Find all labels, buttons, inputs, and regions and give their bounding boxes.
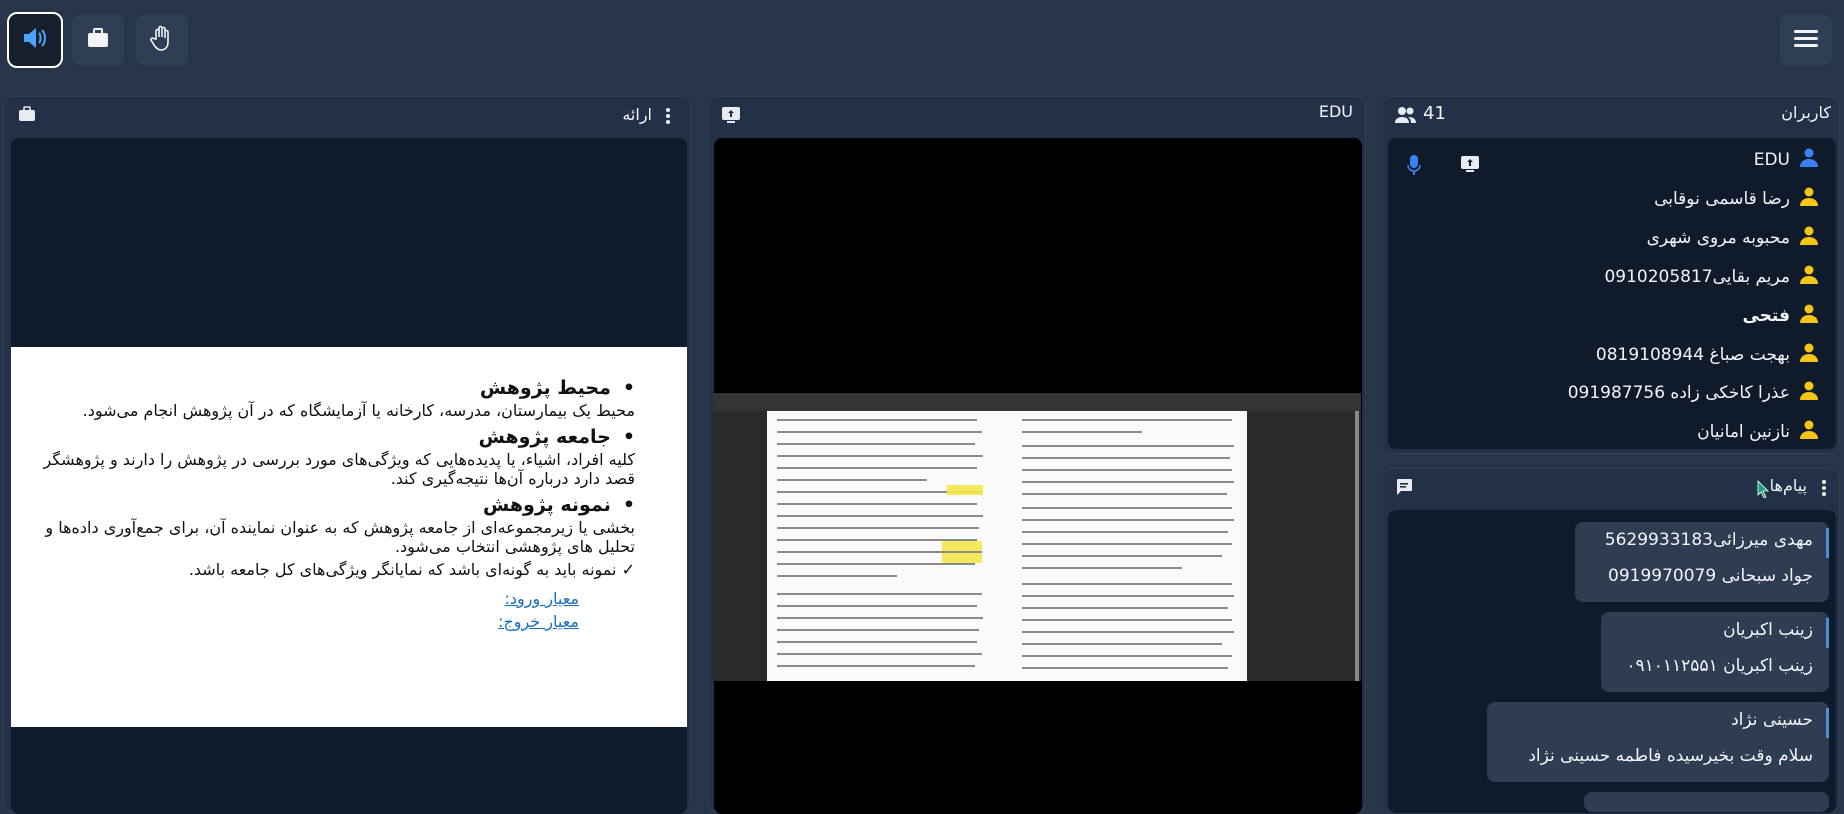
shared-screen: [713, 393, 1361, 681]
hamburger-icon: [1794, 28, 1818, 52]
user-item[interactable]: بهجت صباغ 0819108944: [1382, 340, 1818, 370]
user-name: رضا قاسمی نوقابی: [1654, 189, 1790, 209]
user-item[interactable]: نازنین امانیان: [1382, 417, 1818, 447]
screen-share-icon[interactable]: [721, 106, 741, 124]
user-item[interactable]: عذرا کاخکی زاده 091987756: [1382, 378, 1818, 408]
message-text: زینب اکبریان ۰۹۱۰۱۱۲۵۵۱: [1626, 656, 1813, 676]
slide-text: کلیه افراد، اشیاء، یا پدیده‌هایی که ویژگ…: [43, 450, 636, 488]
user-icon: [1800, 187, 1818, 212]
user-item[interactable]: مریم بقایی0910205817: [1382, 262, 1818, 292]
share-content-button[interactable]: [72, 14, 124, 66]
inclusion-criteria-link[interactable]: معیار ورود:: [41, 589, 580, 608]
user-icon: [1800, 420, 1818, 445]
user-icon: [1800, 381, 1818, 406]
message-text: جواد سبحانی 0919970079: [1608, 566, 1813, 586]
more-vertical-icon[interactable]: [1821, 479, 1827, 497]
menu-button[interactable]: [1780, 14, 1832, 66]
check-icon: ✓: [621, 560, 635, 579]
user-icon: [1800, 343, 1818, 368]
user-item[interactable]: EDU: [1382, 145, 1818, 175]
panel-title: کاربران: [1781, 103, 1831, 122]
document-page: [767, 411, 1247, 681]
users-header: 41 کاربران: [1383, 97, 1839, 133]
slide-check-item: ✓ نمونه باید به گونه‌ای باشد که نمایانگر…: [188, 560, 635, 579]
briefcase-icon: [86, 27, 110, 53]
chat-message[interactable]: مهدی میرزائی5629933183 جواد سبحانی 09199…: [1575, 522, 1829, 602]
user-icon: [1800, 226, 1818, 251]
cursor-icon: [1757, 480, 1769, 498]
message-sender: حسینی نژاد: [1731, 710, 1813, 730]
speaker-icon: [21, 26, 49, 54]
message-text: سلام وقت بخیرسیده فاطمه حسینی نژاد: [1528, 746, 1813, 766]
chat-message[interactable]: زینب اکبریان زینب اکبریان ۰۹۱۰۱۱۲۵۵۱: [1601, 612, 1829, 692]
more-vertical-icon[interactable]: [665, 107, 671, 125]
user-name: EDU: [1753, 150, 1790, 170]
chat-icon: [1395, 478, 1413, 496]
viewer-scrollbar[interactable]: [1355, 411, 1359, 681]
exclusion-criteria-link[interactable]: معیار خروج:: [41, 612, 579, 631]
slide-heading: محیط پژوهش: [41, 377, 635, 399]
user-item[interactable]: فتحی: [1382, 301, 1818, 331]
screen-share-icon[interactable]: [1460, 155, 1480, 173]
raise-hand-button[interactable]: [136, 14, 188, 66]
slide-text: بخشی یا زیرمجموعه‌ای از جامعه پژوهش که ب…: [45, 518, 635, 556]
message-accent-bar: [1826, 618, 1829, 648]
panel-title: ارائه: [622, 105, 652, 124]
presentation-slide: محیط پژوهش محیط یک بیمارستان، مدرسه، کار…: [11, 347, 687, 727]
user-item[interactable]: محبوبه مروی شهری: [1382, 223, 1818, 253]
message-accent-bar: [1826, 708, 1829, 738]
briefcase-icon[interactable]: [18, 106, 36, 122]
slide-heading: نمونه پژوهش: [41, 494, 635, 516]
microphone-icon[interactable]: [1407, 155, 1421, 177]
user-icon: [1800, 304, 1818, 329]
chat-message[interactable]: حسینی نژاد سلام وقت بخیرسیده فاطمه حسینی…: [1487, 702, 1829, 782]
top-toolbar: [0, 0, 1844, 80]
user-item[interactable]: رضا قاسمی نوقابی: [1382, 184, 1818, 214]
message-accent-bar: [1826, 528, 1829, 558]
users-icon: [1395, 106, 1417, 124]
user-name: نازنین امانیان: [1697, 422, 1790, 442]
users-count: 41: [1423, 103, 1446, 124]
user-icon: [1800, 148, 1818, 173]
message-sender: مهدی میرزائی5629933183: [1604, 530, 1813, 550]
chat-message-partial[interactable]: [1584, 792, 1829, 812]
audio-button[interactable]: [7, 12, 63, 68]
slide-text: محیط یک بیمارستان، مدرسه، کارخانه یا آزم…: [82, 401, 635, 420]
user-name: محبوبه مروی شهری: [1646, 228, 1790, 248]
user-icon: [1800, 265, 1818, 290]
messages-header: پیام‌ها: [1383, 469, 1839, 505]
hand-icon: [150, 25, 174, 55]
user-name: مریم بقایی0910205817: [1604, 267, 1790, 287]
panel-title: EDU: [1318, 102, 1353, 121]
video-header: EDU: [709, 97, 1365, 133]
user-name: عذرا کاخکی زاده 091987756: [1567, 383, 1790, 403]
presentation-header: ارائه: [4, 97, 690, 133]
viewer-toolbar: [713, 393, 1361, 411]
user-name: بهجت صباغ 0819108944: [1595, 345, 1790, 365]
slide-heading: جامعه پژوهش: [41, 426, 635, 448]
user-name: فتحی: [1742, 306, 1790, 326]
message-sender: زینب اکبریان: [1723, 620, 1813, 640]
panel-title: پیام‌ها: [1769, 476, 1807, 495]
